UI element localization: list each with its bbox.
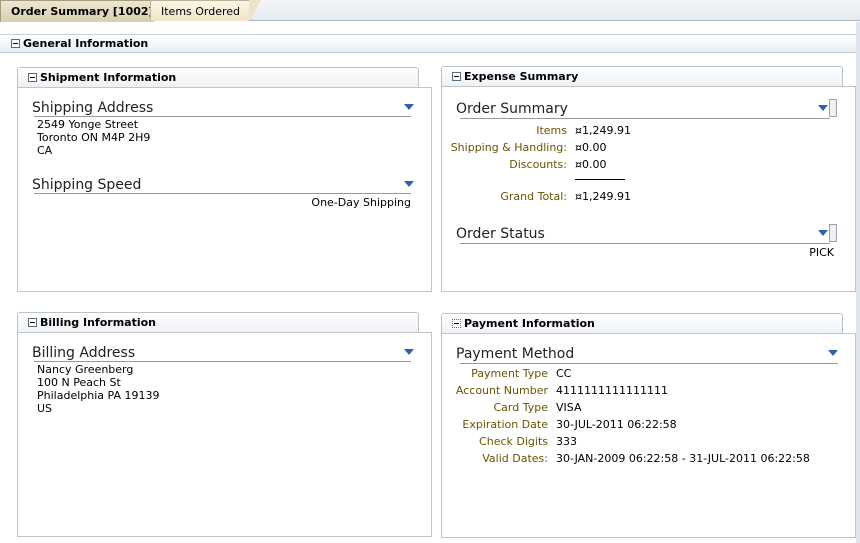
total-divider — [575, 179, 625, 180]
payment-information-header[interactable]: Payment Information — [441, 313, 843, 333]
general-information-title: General Information — [23, 37, 149, 50]
card-type-value: VISA — [556, 401, 582, 414]
expense-summary-panel: Order Summary Items ¤1,249.91 Shipping &… — [441, 86, 856, 292]
collapse-icon[interactable] — [452, 319, 461, 328]
check-digits-label: Check Digits — [479, 435, 548, 448]
billing-address-line: US — [37, 402, 53, 415]
shipping-address-line: CA — [37, 144, 53, 157]
divider — [460, 118, 830, 119]
grand-total-value: ¤1,249.91 — [575, 190, 631, 203]
collapse-icon[interactable] — [28, 73, 37, 82]
general-information-header[interactable]: General Information — [0, 34, 860, 53]
payment-method-section: Payment Method — [456, 346, 836, 363]
billing-address-line: Nancy Greenberg — [37, 363, 134, 376]
items-label: Items — [536, 124, 567, 137]
shipping-address-line: Toronto ON M4P 2H9 — [37, 131, 151, 144]
valid-dates-label: Valid Dates: — [482, 452, 548, 465]
dropdown-icon[interactable] — [404, 181, 414, 187]
tab-bar: Order Summary [1002] Items Ordered — [0, 0, 860, 22]
dropdown-icon[interactable] — [818, 230, 828, 236]
divider — [34, 361, 411, 362]
payment-information-title: Payment Information — [464, 317, 595, 330]
payment-type-label: Payment Type — [471, 367, 548, 380]
billing-address-section: Billing Address — [32, 345, 412, 362]
expiration-date-value: 30-JUL-2011 06:22:58 — [556, 418, 677, 431]
collapse-icon[interactable] — [11, 39, 20, 48]
billing-information-header[interactable]: Billing Information — [17, 312, 419, 332]
divider — [34, 116, 411, 117]
items-value: ¤1,249.91 — [575, 124, 631, 137]
dropdown-icon[interactable] — [828, 350, 838, 356]
shipping-speed-title: Shipping Speed — [32, 177, 142, 193]
expense-summary-header[interactable]: Expense Summary — [441, 66, 843, 86]
expiration-date-label: Expiration Date — [462, 418, 548, 431]
shipping-speed-section: Shipping Speed — [32, 177, 412, 194]
billing-address-line: Philadelphia PA 19139 — [37, 389, 160, 402]
account-number-label: Account Number — [455, 384, 548, 397]
shipping-address-title: Shipping Address — [32, 100, 154, 116]
valid-dates-value: 30-JAN-2009 06:22:58 - 31-JUL-2011 06:22… — [556, 452, 810, 465]
account-number-value: 4111111111111111 — [556, 384, 668, 397]
billing-address-title: Billing Address — [32, 345, 136, 361]
payment-method-title: Payment Method — [456, 346, 575, 362]
shipment-information-title: Shipment Information — [40, 71, 177, 84]
shipping-address-section: Shipping Address — [32, 100, 412, 117]
page-scrollbar[interactable] — [856, 22, 860, 543]
order-summary-section: Order Summary — [456, 101, 836, 118]
order-status-value: PICK — [809, 246, 834, 259]
collapse-icon[interactable] — [28, 318, 37, 327]
tab-order-summary[interactable]: Order Summary [1002] — [0, 0, 165, 22]
collapse-icon[interactable] — [452, 72, 461, 81]
payment-type-value: CC — [556, 367, 572, 380]
shipment-information-panel: Shipping Address 2549 Yonge Street Toron… — [17, 87, 432, 292]
divider — [460, 243, 830, 244]
dropdown-icon[interactable] — [818, 105, 828, 111]
tab-items-ordered[interactable]: Items Ordered — [150, 0, 261, 21]
billing-information-title: Billing Information — [40, 316, 156, 329]
scrollbar[interactable] — [829, 224, 837, 242]
divider — [460, 363, 838, 364]
divider — [34, 193, 411, 194]
check-digits-value: 333 — [556, 435, 577, 448]
order-status-title: Order Status — [456, 226, 545, 242]
shipping-handling-label: Shipping & Handling: — [450, 141, 567, 154]
shipping-address-line: 2549 Yonge Street — [37, 118, 139, 131]
dropdown-icon[interactable] — [404, 349, 414, 355]
order-status-section: Order Status — [456, 226, 836, 243]
billing-address-line: 100 N Peach St — [37, 376, 121, 389]
billing-information-panel: Billing Address Nancy Greenberg 100 N Pe… — [17, 332, 432, 537]
payment-information-panel: Payment Method Payment Type CC Account N… — [441, 333, 856, 538]
order-summary-title: Order Summary — [456, 101, 568, 117]
shipment-information-header[interactable]: Shipment Information — [17, 67, 419, 87]
scrollbar[interactable] — [829, 99, 837, 117]
shipping-handling-value: ¤0.00 — [575, 141, 607, 154]
dropdown-icon[interactable] — [404, 104, 414, 110]
shipping-speed-value: One-Day Shipping — [311, 196, 411, 209]
discounts-label: Discounts: — [509, 158, 567, 171]
card-type-label: Card Type — [493, 401, 549, 414]
discounts-value: ¤0.00 — [575, 158, 607, 171]
expense-summary-title: Expense Summary — [464, 70, 579, 83]
grand-total-label: Grand Total: — [500, 190, 567, 203]
